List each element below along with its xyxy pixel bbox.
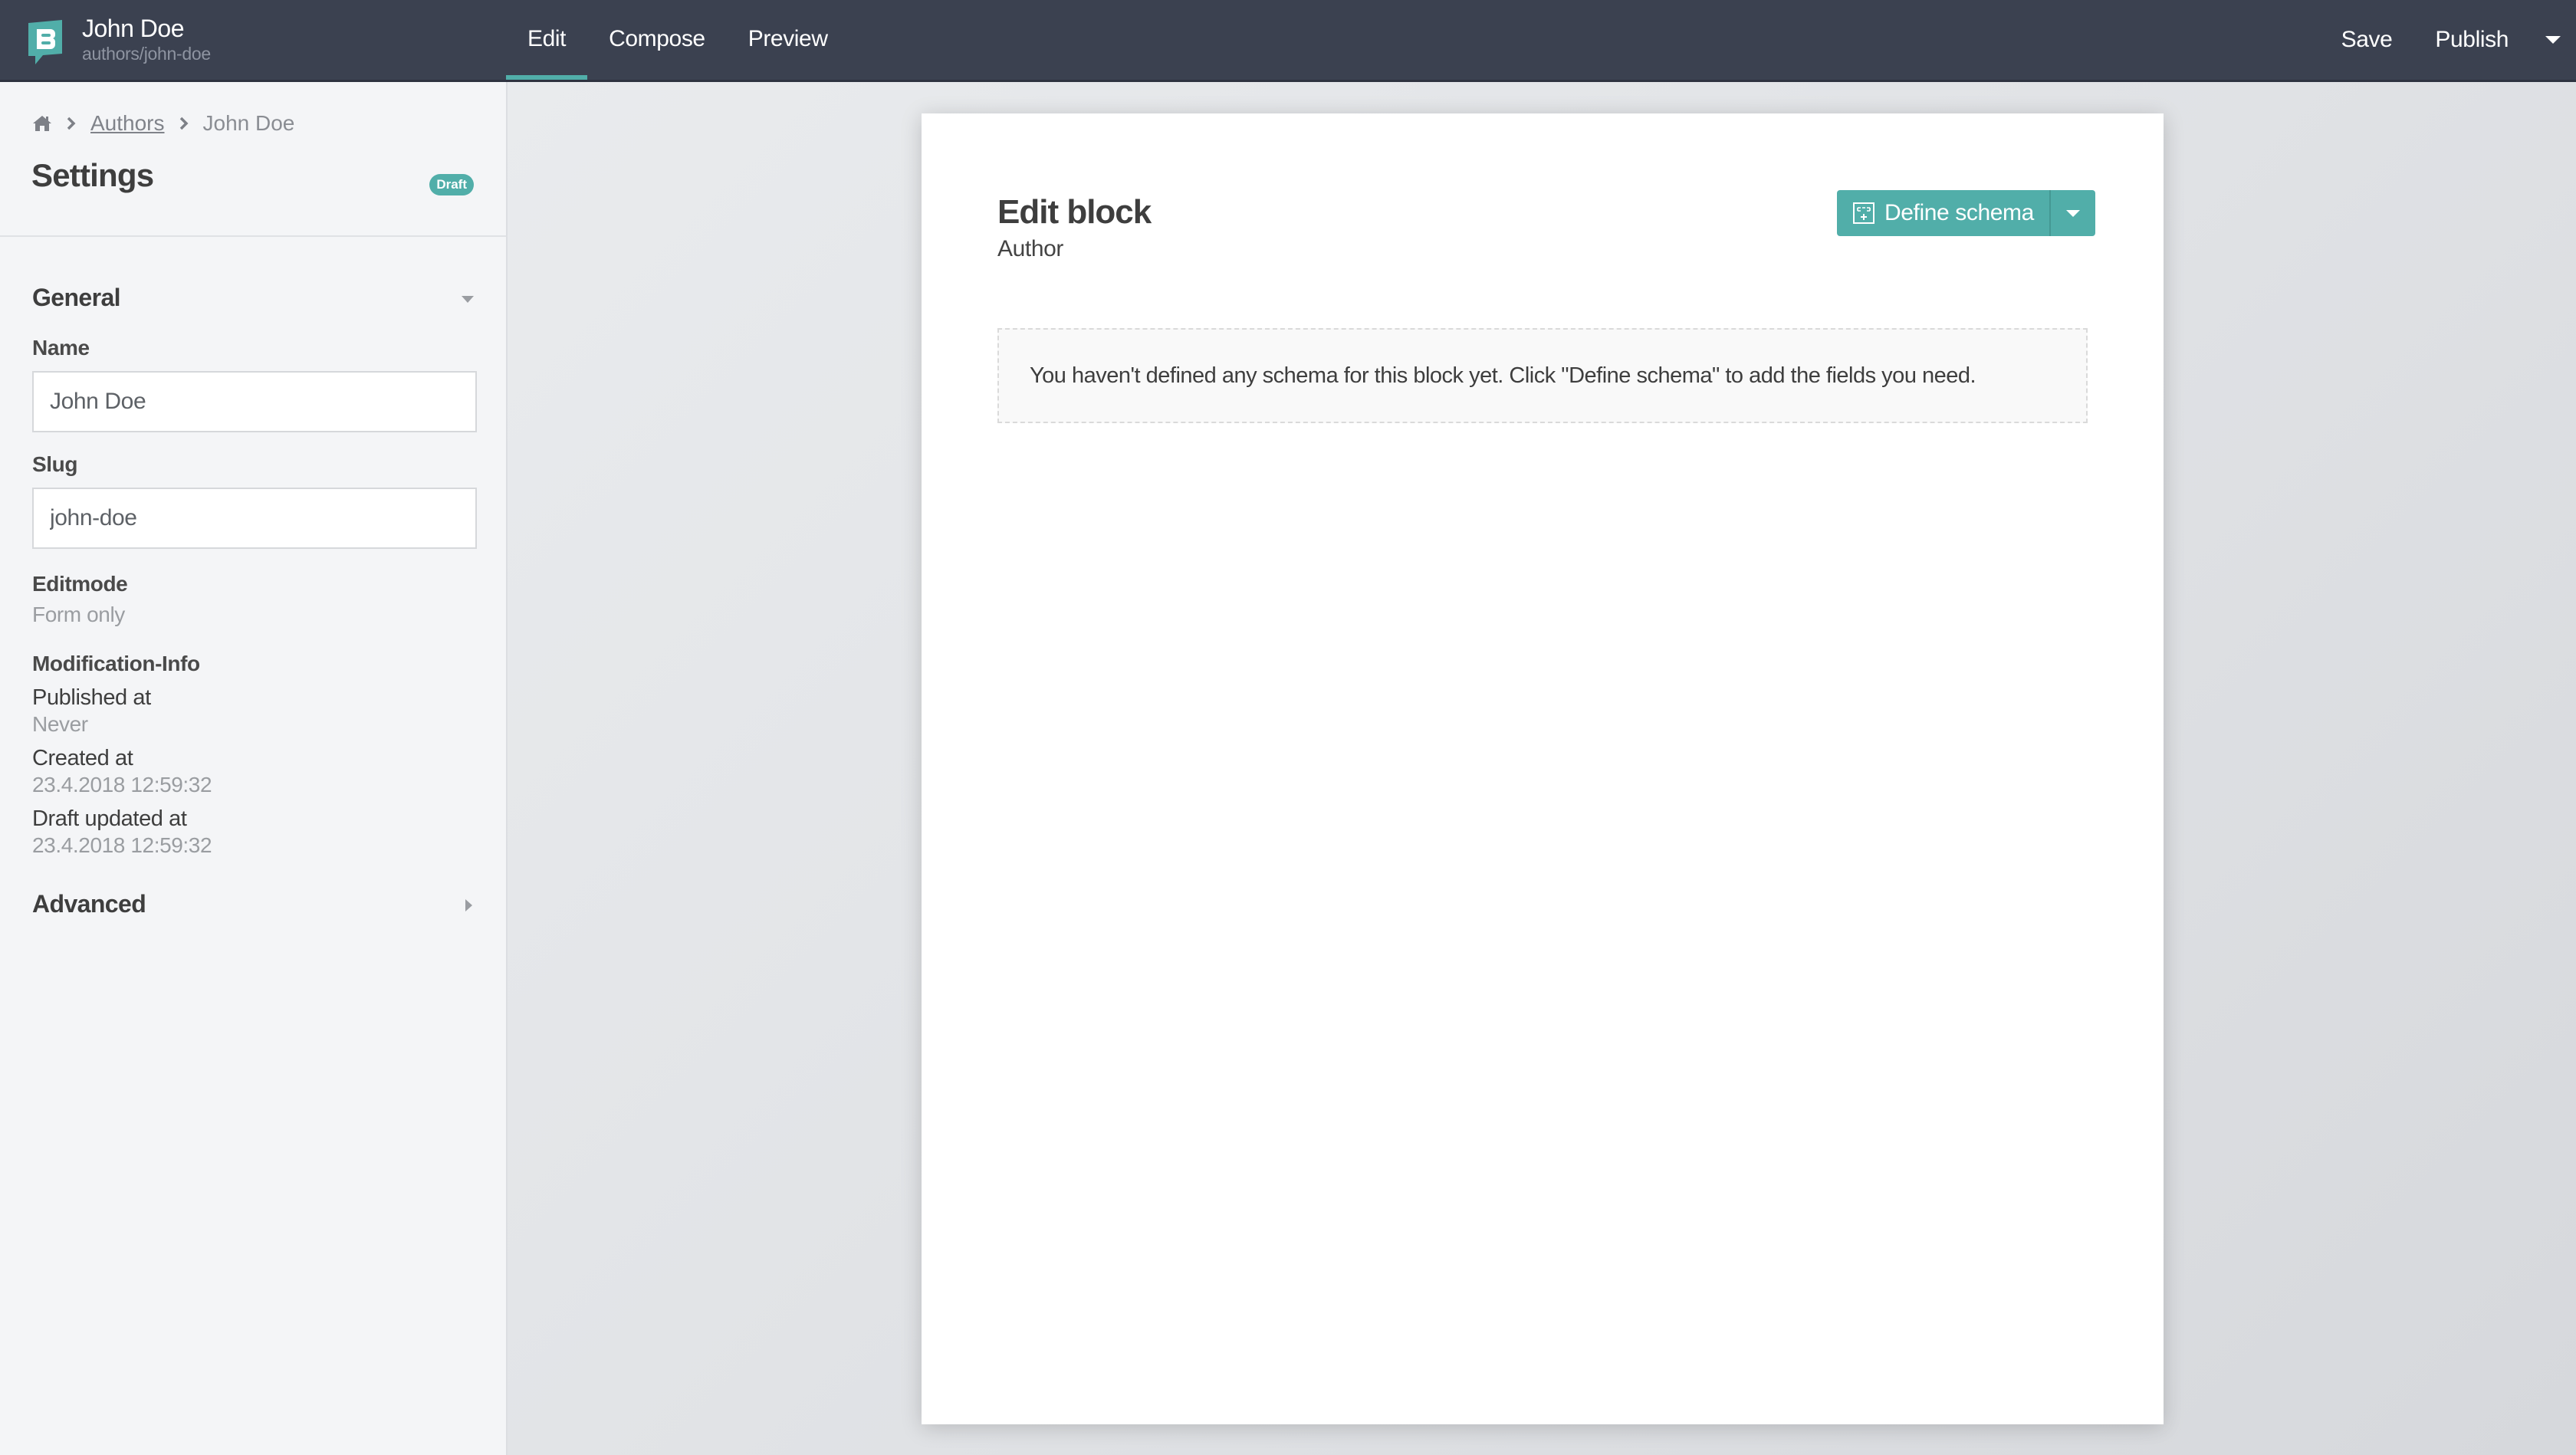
publish-button[interactable]: Publish xyxy=(2435,27,2509,53)
slug-label: Slug xyxy=(32,452,78,476)
general-section: General Name Slug Editmode Form only Mod… xyxy=(0,284,506,921)
story-path: authors/john-doe xyxy=(82,44,211,64)
nav-actions: Save Publish xyxy=(2341,0,2576,80)
save-button[interactable]: Save xyxy=(2341,27,2393,53)
general-section-toggle[interactable]: General xyxy=(32,284,474,314)
define-schema-label: Define schema xyxy=(1884,200,2034,225)
breadcrumb: Authors John Doe xyxy=(32,111,294,136)
published-at-value: Never xyxy=(32,712,88,736)
top-navbar: John Doe authors/john-doe Edit Compose P… xyxy=(0,0,2576,82)
status-badge: Draft xyxy=(429,174,474,195)
modification-info-label: Modification-Info xyxy=(32,652,200,675)
storyblok-logo-icon[interactable] xyxy=(26,18,64,66)
sidebar-title: Settings xyxy=(31,157,154,193)
advanced-section-toggle[interactable]: Advanced xyxy=(32,890,474,921)
name-input[interactable] xyxy=(32,371,477,432)
empty-schema-notice: You haven't defined any schema for this … xyxy=(997,328,2088,423)
breadcrumb-current: John Doe xyxy=(202,111,295,135)
empty-schema-message: You haven't defined any schema for this … xyxy=(1030,363,1976,388)
schema-icon xyxy=(1853,202,1875,224)
tab-edit[interactable]: Edit xyxy=(506,0,588,80)
define-schema-dropdown-button[interactable] xyxy=(2050,190,2095,236)
sidebar-header: Authors John Doe Settings Draft xyxy=(0,82,506,237)
edit-block-card: Edit block Author Define schema You have… xyxy=(922,113,2164,1424)
mode-tabs: Edit Compose Preview xyxy=(506,0,849,82)
caret-down-icon xyxy=(462,296,474,303)
created-at-label: Created at xyxy=(32,746,133,770)
define-schema-button-group: Define schema xyxy=(1837,190,2095,236)
breadcrumb-authors-link[interactable]: Authors xyxy=(90,111,165,136)
editmode-value: Form only xyxy=(32,603,125,626)
caret-right-icon xyxy=(465,899,472,911)
name-label: Name xyxy=(32,336,90,360)
draft-updated-at-label: Draft updated at xyxy=(32,806,187,831)
slug-input[interactable] xyxy=(32,488,477,549)
card-title: Edit block xyxy=(997,193,1152,231)
editmode-label: Editmode xyxy=(32,572,128,596)
tab-compose[interactable]: Compose xyxy=(587,0,727,80)
tab-preview[interactable]: Preview xyxy=(727,0,849,80)
block-type-name: Author xyxy=(997,236,1063,261)
chevron-right-icon xyxy=(67,117,76,130)
general-section-label: General xyxy=(32,284,121,311)
chevron-right-icon xyxy=(179,117,188,130)
created-at-value: 23.4.2018 12:59:32 xyxy=(32,773,212,796)
draft-updated-at-value: 23.4.2018 12:59:32 xyxy=(32,833,212,857)
home-icon[interactable] xyxy=(32,114,52,133)
publish-menu-caret-icon[interactable] xyxy=(2545,36,2561,44)
settings-sidebar: Authors John Doe Settings Draft General … xyxy=(0,82,508,1455)
published-at-label: Published at xyxy=(32,685,151,710)
advanced-section-label: Advanced xyxy=(32,890,146,918)
caret-down-icon xyxy=(2065,209,2080,217)
define-schema-button[interactable]: Define schema xyxy=(1837,190,2051,236)
story-title: John Doe xyxy=(82,15,184,42)
story-title-block: John Doe authors/john-doe xyxy=(82,14,211,64)
